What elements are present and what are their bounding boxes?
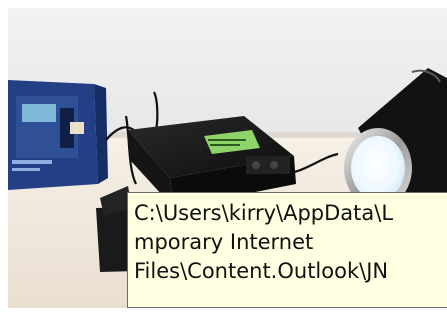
screenshot-frame: C:\Users\kirry\AppData\L mporary Interne… [0,0,447,312]
tooltip-line-2: mporary Internet [134,230,314,254]
blue-product-box [8,80,108,190]
tooltip-line-3: Files\Content.Outlook\JN [134,259,389,283]
tooltip-line-1: C:\Users\kirry\AppData\L [134,201,394,225]
file-path-tooltip: C:\Users\kirry\AppData\L mporary Interne… [127,192,447,308]
